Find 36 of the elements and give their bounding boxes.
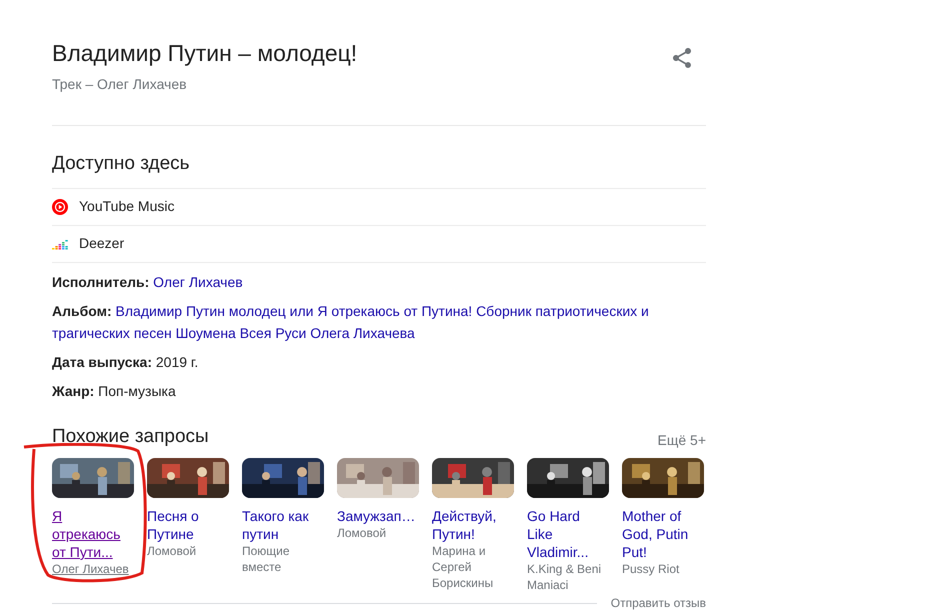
related-card[interactable]: Песня о Путине Ломовой	[147, 458, 229, 593]
card-subtitle: Олег Лихачев	[52, 561, 130, 577]
service-link[interactable]: Deezer	[79, 233, 124, 254]
card-title: Такого как путин	[242, 507, 310, 543]
card-subtitle: Марина и Сергей Борискины	[432, 543, 494, 591]
related-card[interactable]: Такого как путин Поющие вместе	[242, 458, 324, 593]
card-subtitle: K.King & Beni Maniaci	[527, 561, 602, 593]
card-subtitle: Ломовой	[337, 525, 388, 541]
card-title: Mother of God, Putin Put!	[622, 507, 690, 561]
fact-line: Жанр: Поп-музыка	[52, 382, 177, 401]
share-icon	[670, 46, 694, 70]
equalizer-icon	[52, 238, 68, 250]
card-subtitle: Ломовой	[147, 543, 198, 559]
feedback-link[interactable]: Отправить отзыв	[610, 594, 706, 612]
related-card[interactable]: Замужзап… Ломовой	[337, 458, 419, 593]
card-title: Go Hard Like Vladimir...	[527, 507, 590, 561]
fact-line: Дата выпуска: 2019 г.	[52, 352, 200, 372]
card-title: Песня о Путине	[147, 507, 200, 543]
card-title: Я отрекаюсь от Пути...	[52, 507, 122, 561]
section-heading: Похожие запросы	[52, 424, 209, 448]
card-subtitle: Pussy Riot	[622, 561, 680, 577]
track-title: Владимир Путин – молодец!	[52, 39, 358, 68]
related-card[interactable]: Действуй, Путин! Марина и Сергей Борискины	[432, 458, 514, 593]
related-card[interactable]: Я отрекаюсь от Пути... Олег Лихачев	[52, 458, 134, 593]
card-subtitle: Поющие вместе	[242, 543, 291, 575]
card-title: Действуй, Путин!	[432, 507, 498, 543]
play-icon	[52, 198, 68, 214]
section-heading: Доступно здесь	[52, 152, 191, 176]
related-card[interactable]: Go Hard Like Vladimir... K.King & Beni Maniaci	[527, 458, 609, 593]
fact-line: Альбом: Владимир Путин молодец или Я отрекаюсь от Путина! Сборник патриотических и трагических песен Шоумена Всея Руси Олега Лихачева	[52, 302, 650, 343]
fact-line: Исполнитель: Олег Лихачев	[52, 272, 244, 292]
card-title: Замужзап…	[337, 507, 416, 525]
more-link[interactable]: Ещё 5+	[658, 430, 706, 451]
service-link[interactable]: YouTube Music	[79, 196, 174, 217]
track-subtitle: Трек – Олег Лихачев	[52, 75, 188, 94]
related-card[interactable]: Mother of God, Putin Put! Pussy Riot	[622, 458, 704, 593]
